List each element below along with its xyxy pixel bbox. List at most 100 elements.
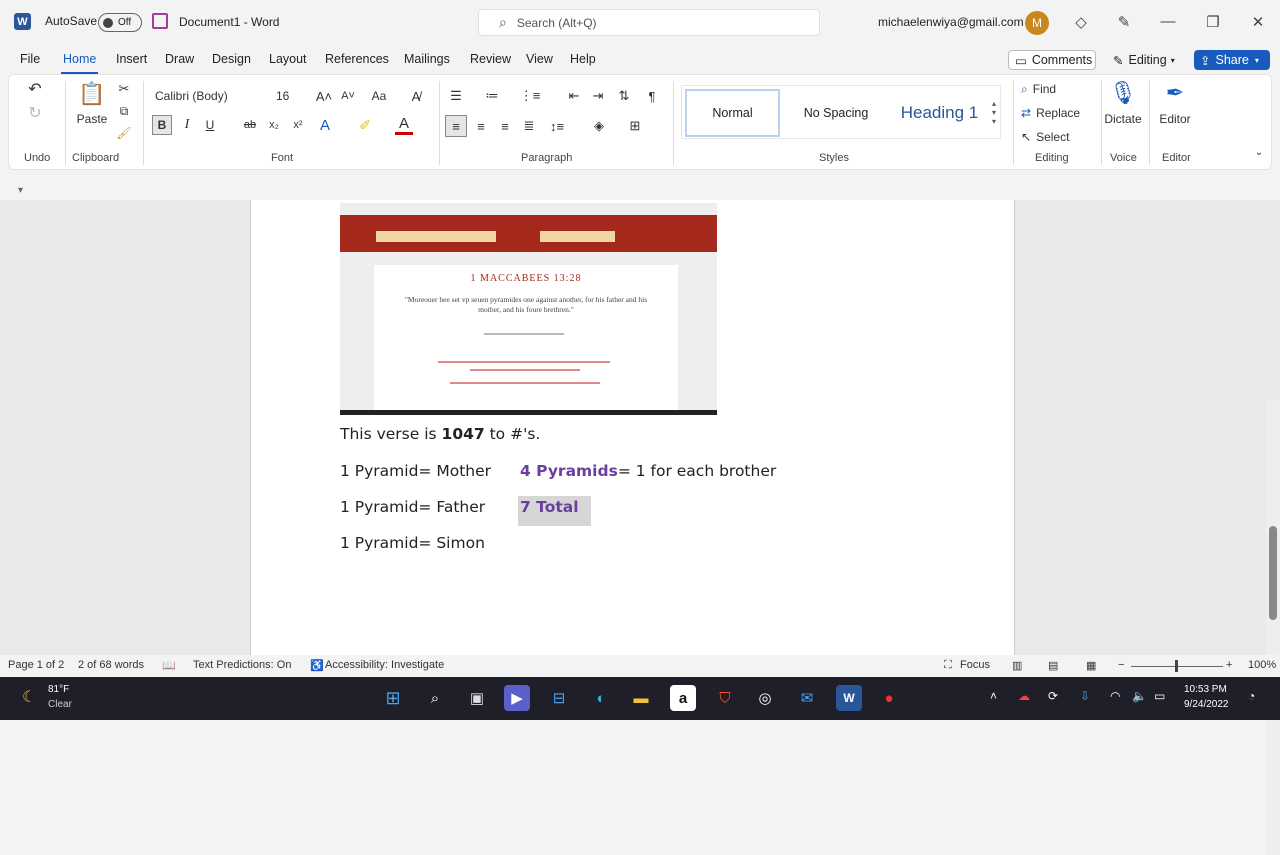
- align-center-icon[interactable]: ≡: [471, 115, 491, 137]
- accessibility-status[interactable]: Accessibility: Investigate: [325, 659, 444, 671]
- highlight-icon[interactable]: ✐: [355, 115, 375, 135]
- menu-home[interactable]: Home: [60, 52, 99, 74]
- menu-mailings[interactable]: Mailings: [404, 52, 450, 66]
- brave-icon[interactable]: ⛉: [712, 685, 738, 711]
- shading-icon[interactable]: ◈: [589, 115, 609, 137]
- decrease-indent-icon[interactable]: ⇤: [565, 87, 583, 105]
- diamond-icon[interactable]: ◇: [1071, 13, 1091, 31]
- account-email[interactable]: michaelenwiya@gmail.com: [878, 15, 1024, 29]
- text-line-simon[interactable]: 1 Pyramid= Simon: [340, 534, 485, 552]
- strikethrough-button[interactable]: ab: [241, 115, 259, 135]
- comments-button[interactable]: ▭ Comments: [1008, 50, 1096, 70]
- page[interactable]: 1 MACCABEES 13:28 "Moreouer hee set vp s…: [250, 200, 1015, 655]
- search-box[interactable]: ⌕ Search (Alt+Q): [478, 9, 820, 36]
- style-no-spacing[interactable]: No Spacing: [786, 89, 886, 137]
- recorder-icon[interactable]: ●: [876, 685, 902, 711]
- volume-icon[interactable]: 🔈: [1132, 689, 1147, 703]
- page-count[interactable]: Page 1 of 2: [8, 659, 64, 671]
- undo-icon[interactable]: ↶: [21, 79, 49, 99]
- menu-design[interactable]: Design: [212, 52, 251, 66]
- menu-file[interactable]: File: [20, 52, 40, 66]
- start-icon[interactable]: ⊞: [380, 685, 406, 711]
- word-taskbar-icon[interactable]: W: [836, 685, 862, 711]
- numbering-icon[interactable]: ≔: [483, 87, 501, 105]
- wifi-icon[interactable]: ◠: [1110, 689, 1120, 703]
- editor-icon[interactable]: ✒: [1161, 79, 1189, 107]
- weather-status[interactable]: Clear: [48, 699, 72, 710]
- edge-icon[interactable]: ◐: [588, 685, 614, 711]
- underline-button[interactable]: U: [202, 115, 218, 135]
- menu-review[interactable]: Review: [470, 52, 511, 66]
- zoom-slider-thumb[interactable]: [1175, 660, 1178, 672]
- bullets-icon[interactable]: ☰: [447, 87, 465, 105]
- menu-references[interactable]: References: [325, 52, 389, 66]
- menu-view[interactable]: View: [526, 52, 553, 66]
- text-line-mother[interactable]: 1 Pyramid= Mother: [340, 462, 491, 480]
- font-size-select[interactable]: 16: [273, 85, 313, 106]
- text-effects-icon[interactable]: A: [315, 115, 335, 135]
- redo-icon[interactable]: ↻: [21, 103, 49, 123]
- italic-button[interactable]: I: [179, 115, 195, 135]
- sort-icon[interactable]: ⇅: [615, 87, 633, 105]
- collapse-ribbon-chevron-icon[interactable]: ⌄: [1251, 145, 1267, 159]
- scrollbar-thumb[interactable]: [1269, 526, 1277, 620]
- text-line-pyramids[interactable]: 4 Pyramids= 1 for each brother: [520, 462, 776, 480]
- web-layout-icon[interactable]: ▦: [1086, 659, 1096, 672]
- read-mode-icon[interactable]: ▥: [1012, 659, 1022, 672]
- subscript-button[interactable]: x₂: [265, 115, 283, 135]
- notification-icon[interactable]: ◔: [1248, 689, 1255, 703]
- task-view-icon[interactable]: ▣: [464, 685, 490, 711]
- paste-button[interactable]: Paste: [71, 111, 113, 127]
- chevron-up-icon[interactable]: ˄: [990, 689, 997, 703]
- share-button[interactable]: ⇪ Share ▾: [1194, 50, 1270, 70]
- sync-icon[interactable]: ⟳: [1048, 689, 1058, 703]
- amazon-icon[interactable]: a: [670, 685, 696, 711]
- align-right-icon[interactable]: ≡: [495, 115, 515, 137]
- select-button[interactable]: ↖ Select: [1021, 128, 1091, 146]
- restore-icon[interactable]: ❐: [1203, 13, 1223, 31]
- menu-insert[interactable]: Insert: [116, 52, 147, 66]
- proofing-icon[interactable]: 📖: [162, 659, 176, 672]
- microphone-icon[interactable]: 🎙: [1109, 79, 1137, 107]
- file-explorer-icon[interactable]: ▬: [628, 685, 654, 711]
- copy-icon[interactable]: ⧉: [115, 103, 133, 119]
- align-left-icon[interactable]: ≡: [445, 115, 467, 137]
- text-line-father[interactable]: 1 Pyramid= Father: [340, 498, 485, 516]
- style-normal[interactable]: Normal: [685, 89, 780, 137]
- editor-button[interactable]: Editor: [1155, 111, 1195, 127]
- font-name-select[interactable]: Calibri (Body): [151, 85, 269, 106]
- bold-button[interactable]: B: [152, 115, 172, 135]
- save-icon[interactable]: [152, 13, 168, 29]
- mail-icon[interactable]: ✉: [794, 685, 820, 711]
- justify-icon[interactable]: ≣: [519, 115, 539, 137]
- avatar[interactable]: M: [1025, 11, 1049, 35]
- store-icon[interactable]: ⊟: [546, 685, 572, 711]
- styles-scroll-chevron-icon[interactable]: ▴ ▾ ▾: [988, 88, 1000, 136]
- vertical-scrollbar[interactable]: [1266, 400, 1280, 855]
- increase-indent-icon[interactable]: ⇥: [589, 87, 607, 105]
- dictate-button[interactable]: Dictate: [1103, 111, 1143, 127]
- battery-icon[interactable]: ▭: [1154, 689, 1165, 703]
- shrink-font-icon[interactable]: A˅: [339, 87, 357, 105]
- show-formatting-icon[interactable]: ¶: [643, 87, 661, 105]
- menu-help[interactable]: Help: [570, 52, 596, 66]
- zoom-out-icon[interactable]: −: [1118, 659, 1124, 671]
- find-button[interactable]: ⌕ Find: [1021, 80, 1091, 98]
- download-icon[interactable]: ⇩: [1080, 689, 1090, 703]
- zoom-level[interactable]: 100%: [1248, 659, 1276, 671]
- change-case-icon[interactable]: Aa: [366, 87, 392, 105]
- print-layout-icon[interactable]: ▤: [1048, 659, 1058, 672]
- zoom-in-icon[interactable]: +: [1226, 659, 1232, 671]
- customize-chevron-icon[interactable]: ▾: [18, 185, 23, 196]
- menu-layout[interactable]: Layout: [269, 52, 307, 66]
- teams-icon[interactable]: ▶: [504, 685, 530, 711]
- github-icon[interactable]: ◎: [752, 685, 778, 711]
- cut-icon[interactable]: ✂: [115, 81, 133, 97]
- line-spacing-icon[interactable]: ↕≡: [547, 115, 567, 137]
- menu-draw[interactable]: Draw: [165, 52, 194, 66]
- clear-formatting-icon[interactable]: A̸: [407, 87, 425, 105]
- search-icon[interactable]: ⌕: [422, 685, 448, 711]
- style-heading-1[interactable]: Heading 1: [892, 89, 987, 137]
- clock-time[interactable]: 10:53 PM: [1184, 684, 1227, 695]
- format-painter-icon[interactable]: 🖌: [115, 125, 133, 141]
